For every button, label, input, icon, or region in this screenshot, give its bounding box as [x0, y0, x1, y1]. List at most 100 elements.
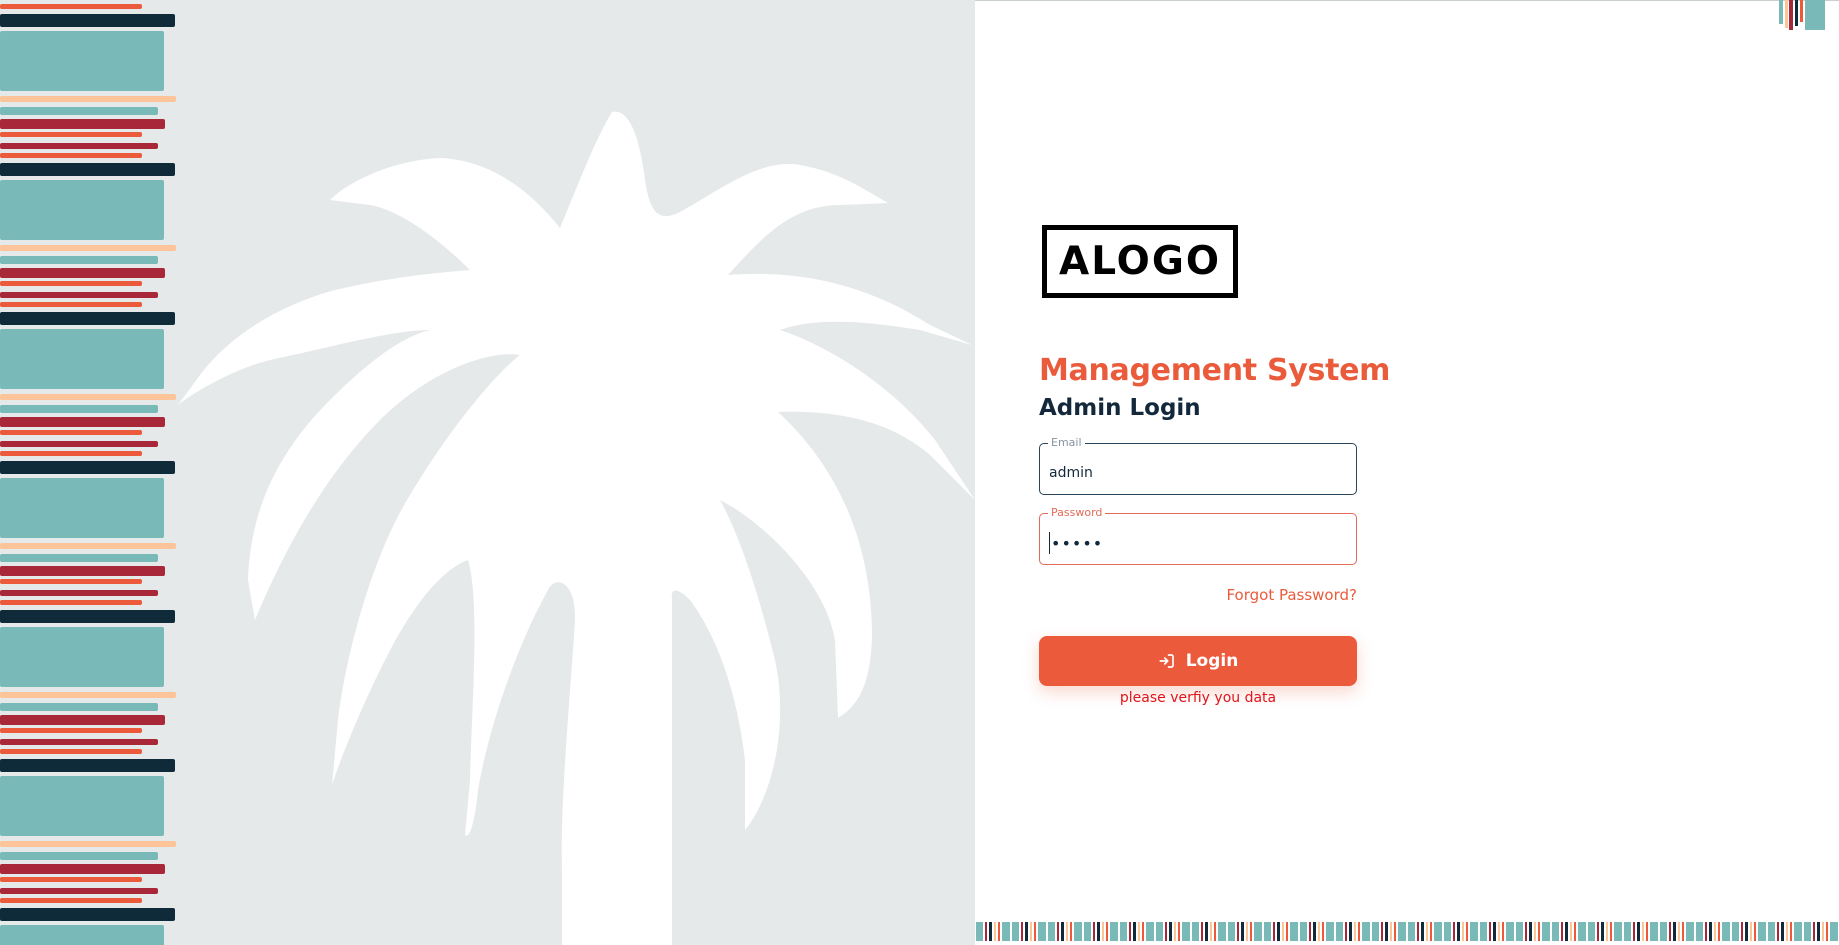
bottom-stripe [1732, 922, 1739, 941]
stripe [0, 600, 142, 605]
bottom-stripe [1025, 922, 1028, 941]
bottom-stripe [1506, 922, 1514, 941]
brand-logo: ALOGO [1042, 225, 1238, 298]
stripe [0, 441, 158, 447]
bottom-stripe [994, 922, 996, 941]
bottom-stripe [1034, 922, 1036, 941]
bottom-stripe [1538, 922, 1540, 941]
stripe [0, 692, 176, 698]
bottom-stripe [1129, 922, 1131, 941]
bottom-stripe [1110, 922, 1118, 941]
bottom-stripe [1093, 922, 1095, 941]
bottom-stripe [1498, 922, 1500, 941]
login-button-label: Login [1185, 651, 1239, 671]
bottom-stripe [1421, 922, 1424, 941]
bottom-stripe [1048, 922, 1055, 941]
stripe [0, 14, 175, 27]
bottom-stripe [1678, 922, 1680, 941]
bottom-stripe [1588, 922, 1595, 941]
bottom-stripe [1453, 922, 1455, 941]
bottom-stripe [1345, 922, 1347, 941]
bottom-stripe [1493, 922, 1496, 941]
bottom-stripe [1277, 922, 1280, 941]
decorative-illustration [0, 0, 975, 945]
login-button[interactable]: Login [1039, 636, 1357, 686]
bottom-stripe [1650, 922, 1658, 941]
bottom-stripe [1273, 922, 1275, 941]
bottom-stripe [1794, 922, 1802, 941]
forgot-password-link[interactable]: Forgot Password? [1226, 586, 1357, 604]
stripe [0, 908, 175, 921]
bottom-stripe [1470, 922, 1478, 941]
bottom-stripe [1012, 922, 1019, 941]
bottom-stripe [1525, 922, 1527, 941]
stripe [0, 245, 176, 251]
stripe [0, 312, 175, 325]
bottom-stripe [1084, 922, 1091, 941]
bottom-stripe [1241, 922, 1244, 941]
password-input[interactable] [1049, 532, 1347, 554]
stripe [0, 163, 175, 176]
stripe [0, 281, 142, 286]
bottom-stripe [1804, 922, 1811, 941]
bottom-stripe [1254, 922, 1262, 941]
bottom-stripe [1322, 922, 1324, 941]
email-input[interactable] [1049, 462, 1347, 484]
stripe [0, 417, 165, 427]
bottom-stripe [1286, 922, 1288, 941]
bottom-stripe [1074, 922, 1082, 941]
bottom-stripe [1597, 922, 1599, 941]
bottom-stripe [1182, 922, 1190, 941]
bottom-stripe [1070, 922, 1072, 941]
bottom-stripe [1686, 922, 1694, 941]
bottom-stripe [1394, 922, 1396, 941]
bottom-stripe [1178, 922, 1180, 941]
bottom-stripe [998, 922, 1000, 941]
bottom-stripe [1561, 922, 1563, 941]
bottom-stripe [1300, 922, 1307, 941]
bottom-stripe [1417, 922, 1419, 941]
password-field[interactable]: Password [1039, 506, 1357, 565]
stripe [0, 877, 142, 882]
stripe [0, 554, 158, 562]
email-field[interactable]: Email [1039, 436, 1357, 495]
bottom-stripe [1578, 922, 1586, 941]
bottom-stripe [1462, 922, 1464, 941]
stripe [0, 451, 142, 456]
bottom-stripe [1444, 922, 1451, 941]
bottom-stripe [1768, 922, 1775, 941]
stripe [0, 898, 142, 903]
bottom-stripe [1309, 922, 1311, 941]
bottom-stripe [1381, 922, 1383, 941]
stripe [0, 841, 176, 847]
stripe [0, 143, 158, 149]
bottom-stripe [1210, 922, 1212, 941]
bottom-stripe-decoration [976, 922, 1839, 945]
bottom-stripe [1106, 922, 1108, 941]
bottom-stripe [1354, 922, 1356, 941]
stripe [0, 31, 164, 91]
bottom-stripe [1097, 922, 1100, 941]
bottom-stripe [1516, 922, 1523, 941]
stripe [0, 180, 164, 240]
forgot-password-row: Forgot Password? [1039, 585, 1357, 605]
stripe [0, 132, 142, 137]
bottom-stripe [1174, 922, 1176, 941]
password-label: Password [1048, 506, 1106, 519]
bottom-stripe [1601, 922, 1604, 941]
stripe [0, 627, 164, 687]
bottom-stripe [1466, 922, 1468, 941]
bottom-stripe [1246, 922, 1248, 941]
bottom-stripe [1673, 922, 1676, 941]
bottom-stripe [1614, 922, 1622, 941]
stripe [0, 715, 165, 725]
bottom-stripe [1754, 922, 1756, 941]
stripe [0, 478, 164, 538]
stripe [0, 268, 165, 278]
stripe [0, 749, 142, 754]
corner-stripe-decoration [1779, 0, 1829, 36]
stripe [0, 292, 158, 298]
bottom-stripe [1390, 922, 1392, 941]
stripe [0, 703, 158, 711]
stripe [0, 888, 158, 894]
